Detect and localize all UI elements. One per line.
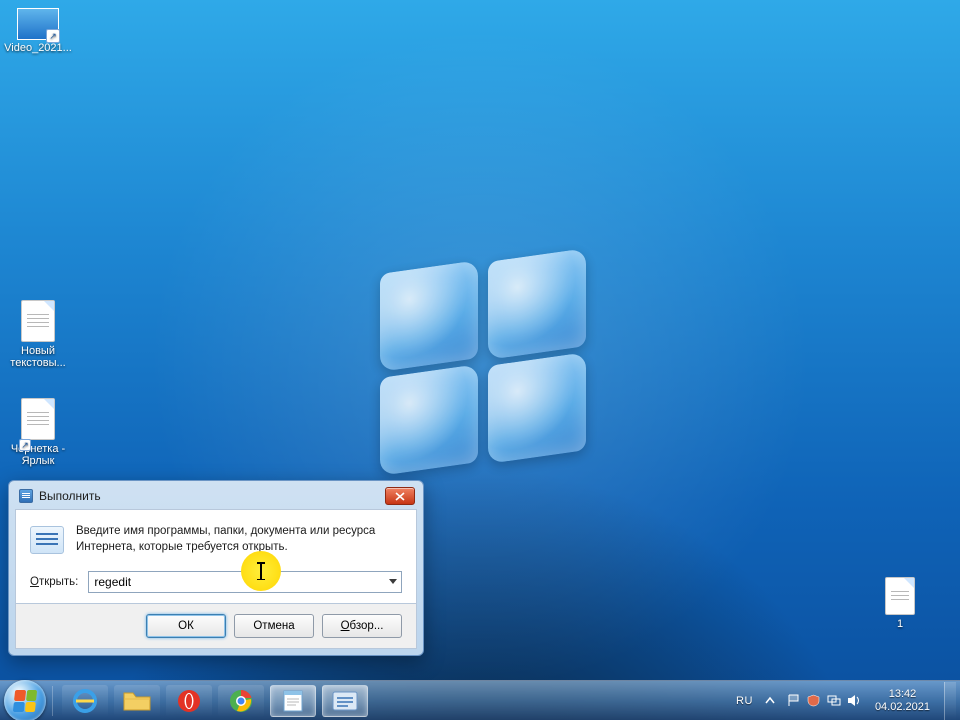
dropdown-button[interactable] xyxy=(385,572,401,592)
desktop[interactable]: ↗ Video_2021... Новый текстовы... ↗ Черн… xyxy=(0,0,960,720)
desktop-icon-label: Новый текстовы... xyxy=(2,345,74,369)
desktop-icon-one[interactable]: 1 xyxy=(876,577,924,630)
start-button[interactable] xyxy=(4,680,46,720)
tray-action-center[interactable] xyxy=(787,694,801,708)
tray-volume[interactable] xyxy=(847,694,861,708)
taskbar-notepad[interactable] xyxy=(270,685,316,717)
tray-clock[interactable]: 13:42 04.02.2021 xyxy=(875,688,930,713)
speaker-icon xyxy=(847,694,861,707)
desktop-icon-draft-shortcut[interactable]: ↗ Чернетка - Ярлык xyxy=(2,398,74,467)
desktop-icon-video[interactable]: ↗ Video_2021... xyxy=(2,8,74,54)
instruction-text: Введите имя программы, папки, документа … xyxy=(76,524,402,555)
run-program-icon xyxy=(30,526,64,554)
titlebar[interactable]: Выполнить xyxy=(15,487,417,509)
notepad-icon xyxy=(282,689,304,713)
windows-logo-backdrop xyxy=(380,255,590,465)
tray-overflow-button[interactable] xyxy=(763,694,777,708)
text-file-icon xyxy=(21,300,55,342)
tray-security[interactable] xyxy=(807,694,821,708)
desktop-icon-newtext[interactable]: Новый текстовы... xyxy=(2,300,74,369)
open-input[interactable] xyxy=(89,575,385,589)
system-tray: RU 13:42 04.02.2021 xyxy=(736,682,960,720)
desktop-icon-label: 1 xyxy=(876,618,924,630)
taskbar-run[interactable] xyxy=(322,685,368,717)
folder-icon xyxy=(123,690,151,712)
clock-time: 13:42 xyxy=(875,688,930,701)
open-combobox[interactable] xyxy=(88,571,402,593)
windows-flag-icon xyxy=(13,690,37,712)
opera-icon xyxy=(177,689,201,713)
chevron-down-icon xyxy=(389,579,397,585)
text-file-icon xyxy=(885,577,915,615)
open-label: Открыть: xyxy=(30,576,78,588)
browse-button[interactable]: Обзор... xyxy=(322,614,402,638)
run-dialog: Выполнить Введите имя программы, папки, … xyxy=(8,480,424,656)
button-bar: ОК Отмена Обзор... xyxy=(15,604,417,649)
taskbar-chrome[interactable] xyxy=(218,685,264,717)
cancel-button[interactable]: Отмена xyxy=(234,614,314,638)
separator xyxy=(52,686,53,716)
run-icon xyxy=(19,489,33,503)
window-title: Выполнить xyxy=(39,489,101,503)
ie-icon xyxy=(72,688,98,714)
language-indicator[interactable]: RU xyxy=(736,695,753,707)
desktop-icon-label: Video_2021... xyxy=(2,42,74,54)
video-file-icon: ↗ xyxy=(17,8,59,40)
taskbar-opera[interactable] xyxy=(166,685,212,717)
tray-network[interactable] xyxy=(827,694,841,708)
taskbar: RU 13:42 04.02.2021 xyxy=(0,680,960,720)
desktop-icon-label: Чернетка - Ярлык xyxy=(2,443,74,467)
show-desktop-button[interactable] xyxy=(944,682,956,720)
run-window-icon xyxy=(332,691,358,711)
taskbar-explorer[interactable] xyxy=(114,685,160,717)
ok-button[interactable]: ОК xyxy=(146,614,226,638)
text-file-icon xyxy=(21,398,55,440)
chrome-icon xyxy=(229,689,253,713)
network-icon xyxy=(827,694,841,707)
taskbar-ie[interactable] xyxy=(62,685,108,717)
close-button[interactable] xyxy=(385,487,415,505)
chevron-up-icon xyxy=(765,696,775,706)
close-icon xyxy=(395,492,405,501)
flag-icon xyxy=(787,694,800,707)
dialog-body: Введите имя программы, папки, документа … xyxy=(15,509,417,604)
clock-date: 04.02.2021 xyxy=(875,701,930,714)
shield-icon xyxy=(807,694,820,707)
shortcut-overlay-icon: ↗ xyxy=(19,439,31,451)
